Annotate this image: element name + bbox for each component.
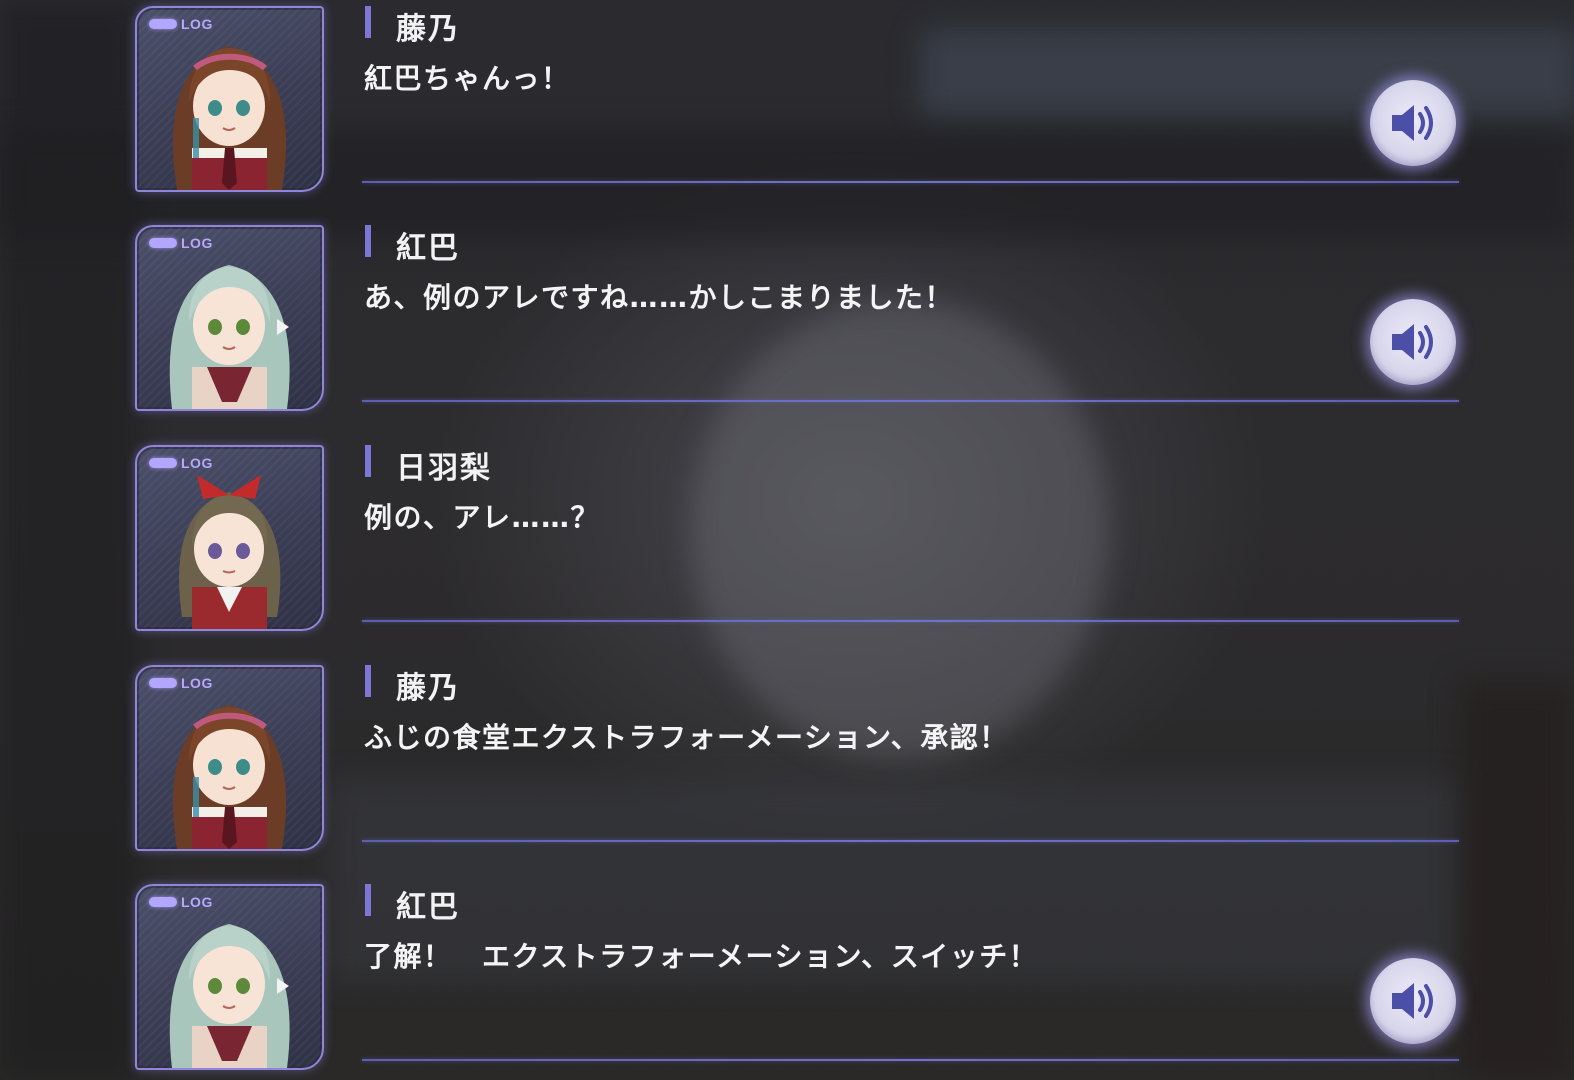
speaker-name: 藤乃: [396, 12, 460, 47]
speaker-name: 紅巴: [396, 231, 460, 266]
log-entry: LOG 藤乃 ふじの食堂エクストラフォーメーション、承認！: [0, 659, 1574, 879]
dialogue-text: ふじの食堂エクストラフォーメーション、承認！: [364, 721, 1009, 754]
log-badge-label: LOG: [181, 675, 213, 691]
character-portrait-hiyori: LOG: [135, 445, 324, 631]
log-badge-label: LOG: [181, 894, 213, 910]
hiyori-avatar-icon: [179, 475, 281, 629]
voice-replay-button[interactable]: [1370, 80, 1456, 166]
fujino-avatar-icon: [172, 46, 287, 190]
speaker-accent-bar: [365, 225, 371, 257]
speaker-name: 日羽梨: [396, 451, 492, 486]
speaker-accent-bar: [365, 665, 371, 697]
dialogue-text: 紅巴ちゃんっ！: [364, 62, 571, 95]
log-entry: LOG 紅巴 了解！ エクストラフォーメーション、スイッチ！: [0, 878, 1574, 1080]
dialogue-text: 了解！ エクストラフォーメーション、スイッチ！: [364, 940, 1039, 973]
row-divider: [362, 400, 1459, 402]
log-entry: LOG 藤乃 紅巴ちゃんっ！: [0, 0, 1574, 220]
log-badge-label: LOG: [181, 455, 213, 471]
character-portrait-tomoe: LOG: [135, 884, 324, 1070]
log-badge: LOG: [149, 894, 213, 910]
log-badge: LOG: [149, 455, 213, 471]
speaker-volume-icon: [1392, 105, 1433, 141]
tomoe-avatar-icon: [169, 924, 290, 1068]
log-badge: LOG: [149, 16, 213, 32]
row-divider: [362, 1059, 1459, 1061]
log-entry: LOG 紅巴 あ、例のアレですね……かしこまりました！: [0, 219, 1574, 439]
dialogue-text: あ、例のアレですね……かしこまりました！: [364, 281, 955, 314]
speaker-name: 藤乃: [396, 671, 460, 706]
character-portrait-fujino: LOG: [135, 665, 324, 851]
log-pill-icon: [149, 238, 177, 248]
fujino-avatar-icon: [172, 705, 287, 849]
log-entry: LOG 日羽梨 例の、アレ……？: [0, 439, 1574, 659]
character-portrait-tomoe: LOG: [135, 225, 324, 411]
speaker-accent-bar: [365, 6, 371, 38]
log-badge: LOG: [149, 235, 213, 251]
log-pill-icon: [149, 19, 177, 29]
speaker-accent-bar: [365, 445, 371, 477]
character-portrait-fujino: LOG: [135, 6, 324, 192]
row-divider: [362, 620, 1459, 622]
backlog-list[interactable]: LOG 藤乃 紅巴ちゃんっ！ LOG 紅巴 あ、例のアレですね……かしこまりまし…: [0, 0, 1574, 1080]
row-divider: [362, 181, 1459, 183]
log-pill-icon: [149, 458, 177, 468]
log-pill-icon: [149, 897, 177, 907]
log-badge: LOG: [149, 675, 213, 691]
voice-replay-button[interactable]: [1370, 958, 1456, 1044]
log-badge-label: LOG: [181, 235, 213, 251]
speaker-accent-bar: [365, 884, 371, 916]
row-divider: [362, 840, 1459, 842]
speaker-name: 紅巴: [396, 890, 460, 925]
voice-replay-button[interactable]: [1370, 299, 1456, 385]
dialogue-text: 例の、アレ……？: [364, 501, 601, 534]
log-badge-label: LOG: [181, 16, 213, 32]
speaker-volume-icon: [1392, 983, 1433, 1019]
speaker-volume-icon: [1392, 324, 1433, 360]
log-pill-icon: [149, 678, 177, 688]
tomoe-avatar-icon: [169, 265, 290, 409]
